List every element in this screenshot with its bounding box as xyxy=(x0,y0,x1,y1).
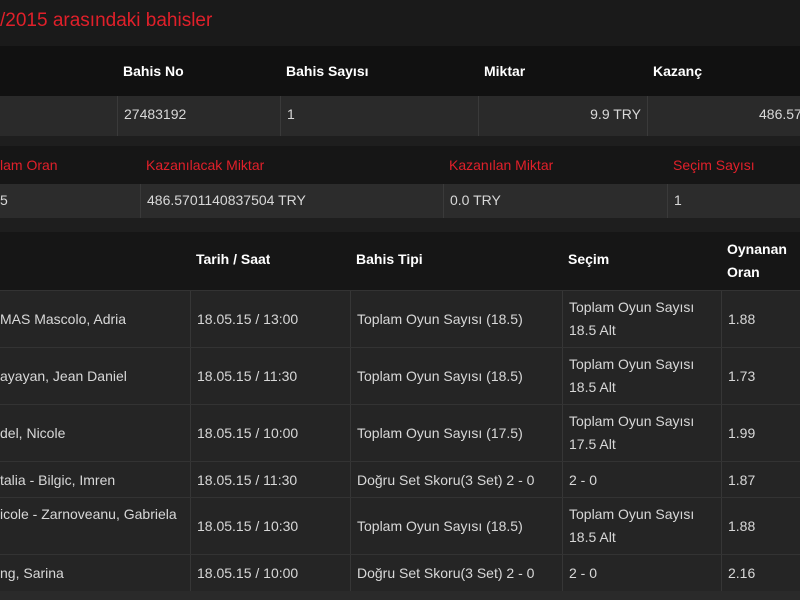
event-name: talia - Bilgic, Imren xyxy=(0,471,116,488)
datetime-cell: 18.05.15 / 13:00 xyxy=(190,291,350,347)
selection-value: Toplam Oyun Sayısı 18.5 Alt xyxy=(569,506,695,545)
event-cell: icole - Zarnoveanu, Gabriela xyxy=(0,498,190,554)
event-cell: ayayan, Jean Daniel xyxy=(0,348,190,404)
odds-cell: 1.88 xyxy=(721,498,800,554)
table-row: ng, Sarina 18.05.15 / 10:00 Doğru Set Sk… xyxy=(0,554,800,591)
event-cell: MAS Mascolo, Adria xyxy=(0,291,190,347)
datetime-cell: 18.05.15 / 11:30 xyxy=(190,348,350,404)
summary-values-row: 27483192 1 9.9 TRY 486.57 xyxy=(0,96,800,136)
detail-values-row: 5 486.5701140837504 TRY 0.0 TRY 1 xyxy=(0,184,800,218)
selection-value: Toplam Oyun Sayısı 18.5 Alt xyxy=(569,356,695,395)
bet-type-cell: Toplam Oyun Sayısı (17.5) xyxy=(350,405,562,461)
event-name: del, Nicole xyxy=(0,425,66,441)
odds-value: 2.16 xyxy=(728,565,756,581)
datetime-value: 18.05.15 / 11:30 xyxy=(197,368,298,384)
table-footer xyxy=(0,591,800,600)
selection-value: 2 - 0 xyxy=(569,471,598,488)
datetime-cell: 18.05.15 / 10:00 xyxy=(190,555,350,591)
header-potential-win: Kazanılacak Miktar xyxy=(146,157,265,173)
datetime-value: 18.05.15 / 10:00 xyxy=(197,565,299,581)
event-name: ayayan, Jean Daniel xyxy=(0,368,127,384)
datetime-cell: 18.05.15 / 10:30 xyxy=(190,498,350,554)
table-row: icole - Zarnoveanu, Gabriela 18.05.15 / … xyxy=(0,497,800,554)
selection-cell: Toplam Oyun Sayısı 18.5 Alt xyxy=(562,291,721,347)
datetime-value: 18.05.15 / 10:30 xyxy=(197,518,299,534)
selection-cell: Toplam Oyun Sayısı 17.5 Alt xyxy=(562,405,721,461)
odds-value: 1.73 xyxy=(728,368,756,384)
selection-cell: Toplam Oyun Sayısı 18.5 Alt xyxy=(562,498,721,554)
bets-table-header: Tarih / Saat Bahis Tipi Seçim Oynanan Or… xyxy=(0,232,800,290)
odds-cell: 1.88 xyxy=(721,291,800,347)
potential-win-value: 486.5701140837504 TRY xyxy=(140,184,443,218)
table-row: ayayan, Jean Daniel 18.05.15 / 11:30 Top… xyxy=(0,347,800,404)
page-title: /2015 arasındaki bahisler xyxy=(0,10,213,31)
odds-cell: 2.16 xyxy=(721,555,800,591)
table-row: MAS Mascolo, Adria 18.05.15 / 13:00 Topl… xyxy=(0,290,800,347)
header-bet-count: Bahis Sayısı xyxy=(286,63,369,79)
won-amount-value: 0.0 TRY xyxy=(443,184,667,218)
total-odds-value: 5 xyxy=(0,192,8,208)
datetime-value: 18.05.15 / 10:00 xyxy=(197,425,299,441)
bet-type-cell: Toplam Oyun Sayısı (18.5) xyxy=(350,348,562,404)
odds-value: 1.87 xyxy=(728,471,756,488)
header-bet-type: Bahis Tipi xyxy=(356,251,423,267)
selection-value: 2 - 0 xyxy=(569,565,598,581)
selection-cell: 2 - 0 xyxy=(562,555,721,591)
table-row: talia - Bilgic, Imren 18.05.15 / 11:30 D… xyxy=(0,461,800,497)
header-played-odds: Oynanan Oran xyxy=(727,241,787,280)
header-selection: Seçim xyxy=(568,251,610,267)
datetime-cell: 18.05.15 / 10:00 xyxy=(190,405,350,461)
bet-type-value: Toplam Oyun Sayısı (17.5) xyxy=(357,425,523,441)
header-winnings: Kazanç xyxy=(653,63,703,79)
bet-type-value: Doğru Set Skoru(3 Set) 2 - 0 xyxy=(357,565,535,581)
table-row: del, Nicole 18.05.15 / 10:00 Toplam Oyun… xyxy=(0,404,800,461)
header-total-odds: lam Oran xyxy=(0,157,58,173)
datetime-cell: 18.05.15 / 11:30 xyxy=(190,462,350,497)
page-title-bar: /2015 arasındaki bahisler xyxy=(0,0,800,46)
header-amount: Miktar xyxy=(484,63,526,79)
detail-header: lam Oran Kazanılacak Miktar Kazanılan Mi… xyxy=(0,146,800,184)
header-bet-no: Bahis No xyxy=(123,63,184,79)
odds-value: 1.99 xyxy=(728,425,756,441)
bet-type-value: Toplam Oyun Sayısı (18.5) xyxy=(357,518,523,534)
bet-type-cell: Doğru Set Skoru(3 Set) 2 - 0 xyxy=(350,462,562,497)
bet-type-cell: Doğru Set Skoru(3 Set) 2 - 0 xyxy=(350,555,562,591)
spacer xyxy=(0,218,800,232)
event-cell: del, Nicole xyxy=(0,405,190,461)
odds-cell: 1.73 xyxy=(721,348,800,404)
event-cell: talia - Bilgic, Imren xyxy=(0,462,190,497)
odds-cell: 1.99 xyxy=(721,405,800,461)
bet-type-value: Toplam Oyun Sayısı (18.5) xyxy=(357,311,523,327)
spacer xyxy=(0,136,800,146)
selection-cell: Toplam Oyun Sayısı 18.5 Alt xyxy=(562,348,721,404)
event-cell: ng, Sarina xyxy=(0,555,190,591)
event-name: ng, Sarina xyxy=(0,565,64,581)
odds-value: 1.88 xyxy=(728,311,756,327)
event-name: icole - Zarnoveanu, Gabriela xyxy=(0,506,177,522)
bet-type-value: Toplam Oyun Sayısı (18.5) xyxy=(357,368,523,384)
bet-type-cell: Toplam Oyun Sayısı (18.5) xyxy=(350,498,562,554)
odds-cell: 1.87 xyxy=(721,462,800,497)
winnings-value: 486.57 xyxy=(647,96,800,136)
selection-cell: 2 - 0 xyxy=(562,462,721,497)
bet-no-value: 27483192 xyxy=(117,96,280,136)
header-datetime: Tarih / Saat xyxy=(196,251,271,267)
selection-value: Toplam Oyun Sayısı 18.5 Alt xyxy=(569,299,695,338)
summary-header: Bahis No Bahis Sayısı Miktar Kazanç xyxy=(0,46,800,96)
bet-type-cell: Toplam Oyun Sayısı (18.5) xyxy=(350,291,562,347)
datetime-value: 18.05.15 / 11:30 xyxy=(197,471,298,488)
selection-count-value: 1 xyxy=(667,184,800,218)
header-won-amount: Kazanılan Miktar xyxy=(449,157,554,173)
datetime-value: 18.05.15 / 13:00 xyxy=(197,311,299,327)
header-selection-count: Seçim Sayısı xyxy=(673,157,755,173)
bet-count-value: 1 xyxy=(280,96,478,136)
bet-type-value: Doğru Set Skoru(3 Set) 2 - 0 xyxy=(357,471,535,488)
amount-value: 9.9 TRY xyxy=(478,96,647,136)
odds-value: 1.88 xyxy=(728,518,756,534)
selection-value: Toplam Oyun Sayısı 17.5 Alt xyxy=(569,413,695,452)
event-name: MAS Mascolo, Adria xyxy=(0,311,127,327)
